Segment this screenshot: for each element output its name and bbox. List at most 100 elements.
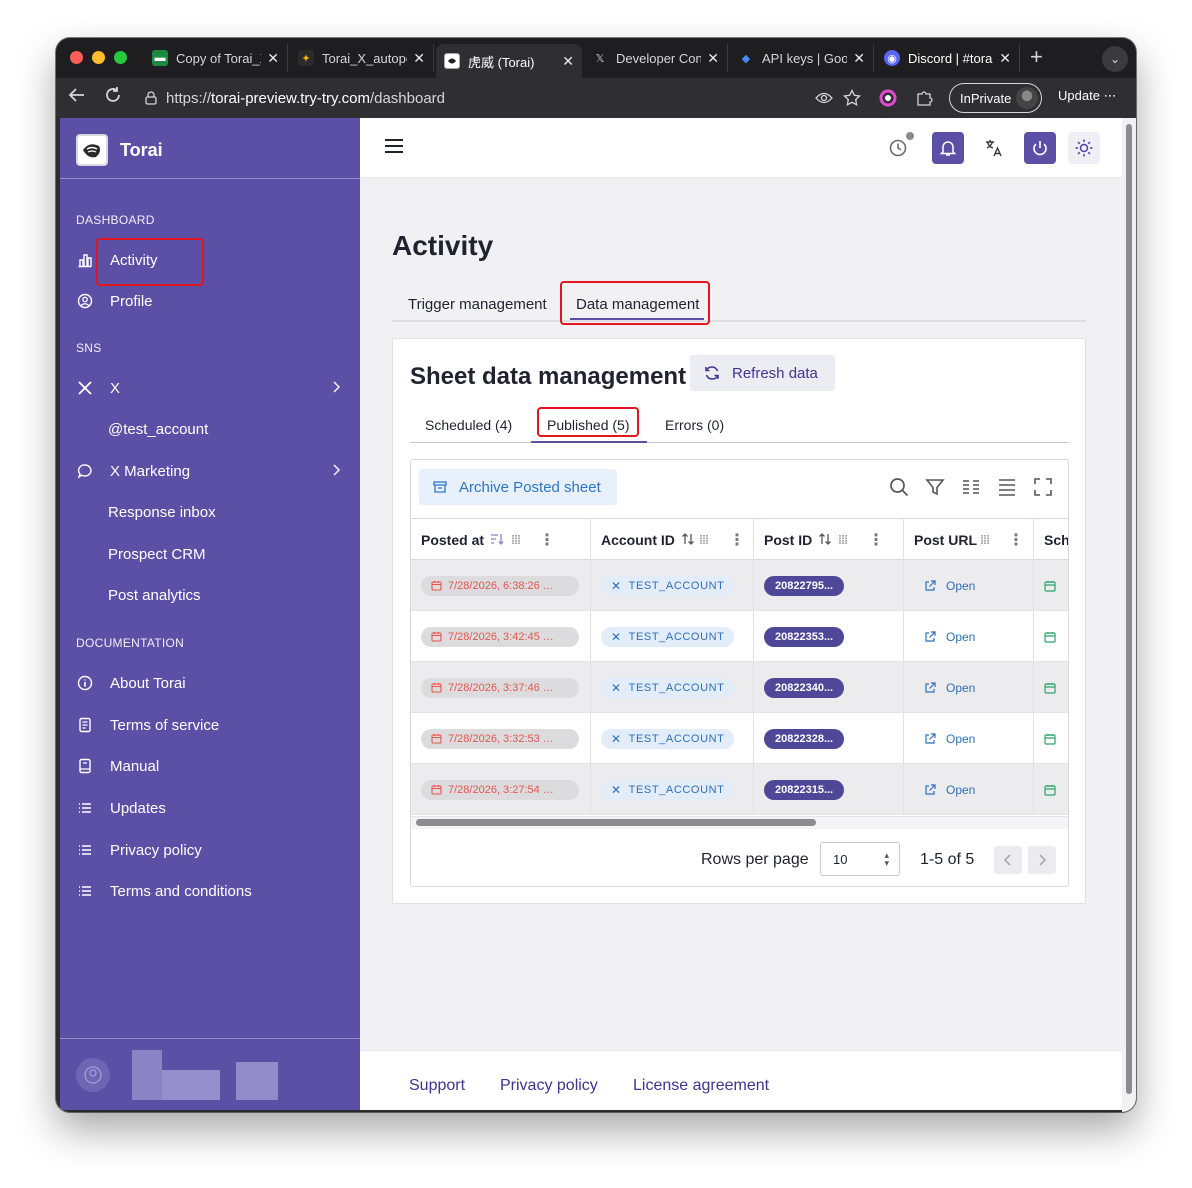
refresh-data-button[interactable]: Refresh data xyxy=(690,355,835,391)
search-icon[interactable] xyxy=(887,475,911,499)
fullscreen-icon[interactable] xyxy=(1031,475,1055,499)
sidebar-item-terms-of-service[interactable]: Terms of service xyxy=(76,714,346,736)
archive-posted-sheet-button[interactable]: Archive Posted sheet xyxy=(419,469,617,505)
open-post-link[interactable]: Open xyxy=(924,681,975,695)
sun-theme-icon[interactable] xyxy=(1068,132,1100,164)
browser-tab-5[interactable]: ◆ API keys | Google ✕ xyxy=(730,44,874,72)
color-extension-icon[interactable] xyxy=(878,88,898,108)
power-icon[interactable] xyxy=(1024,132,1056,164)
translate-icon[interactable] xyxy=(978,132,1010,164)
minimize-window-button[interactable] xyxy=(92,51,105,64)
column-menu-icon[interactable]: ⋮ xyxy=(868,530,884,550)
column-header-post-url[interactable]: Post URL ⁞⁞⁞ ⋮ xyxy=(904,519,1034,561)
sort-desc-icon[interactable] xyxy=(490,533,504,548)
scrollbar-thumb[interactable] xyxy=(1126,124,1132,1094)
browser-tab-active[interactable]: 虎威 (Torai) ✕ xyxy=(436,44,582,78)
table-row[interactable]: 7/28/2026, 3:27:54 … ✕ TEST_ACCOUNT 20822… xyxy=(411,764,1068,815)
sidebar-item-privacy-policy[interactable]: Privacy policy xyxy=(76,839,346,861)
reload-icon[interactable] xyxy=(104,86,122,109)
close-tab-icon[interactable]: ✕ xyxy=(707,50,719,67)
previous-page-button[interactable] xyxy=(994,846,1022,874)
column-menu-icon[interactable]: ⋮ xyxy=(729,530,745,550)
user-avatar[interactable] xyxy=(76,1058,110,1092)
account-chip[interactable]: ✕ TEST_ACCOUNT xyxy=(601,575,735,596)
tracking-prevention-eye-icon[interactable] xyxy=(814,88,834,108)
subtab-errors[interactable]: Errors (0) xyxy=(665,417,724,433)
update-button[interactable]: Update ⋯ xyxy=(1058,88,1117,104)
post-id-chip[interactable]: 20822340... xyxy=(764,677,845,698)
density-icon[interactable] xyxy=(995,475,1019,499)
sidebar-item-terms-and-conditions[interactable]: Terms and conditions xyxy=(76,880,346,902)
close-tab-icon[interactable]: ✕ xyxy=(999,50,1011,67)
close-tab-icon[interactable]: ✕ xyxy=(853,50,865,67)
drag-handle-icon[interactable]: ⁞⁞⁞ xyxy=(838,533,848,547)
horizontal-scrollbar-thumb[interactable] xyxy=(416,819,816,826)
drag-handle-icon[interactable]: ⁞⁞⁞ xyxy=(980,533,990,547)
account-chip[interactable]: ✕ TEST_ACCOUNT xyxy=(601,728,735,749)
sidebar-item-about-torai[interactable]: About Torai xyxy=(76,672,346,694)
filter-icon[interactable] xyxy=(923,475,947,499)
zoom-window-button[interactable] xyxy=(114,51,127,64)
extensions-puzzle-icon[interactable] xyxy=(914,88,934,108)
sidebar-item-profile[interactable]: Profile xyxy=(76,290,346,312)
post-id-chip[interactable]: 20822795... xyxy=(764,575,845,596)
table-row[interactable]: 7/28/2026, 3:37:46 … ✕ TEST_ACCOUNT 20822… xyxy=(411,662,1068,713)
inprivate-badge[interactable]: InPrivate xyxy=(949,83,1043,113)
column-header-posted-at[interactable]: Posted at ⁞⁞⁞ ⋮ xyxy=(411,519,591,561)
close-tab-icon[interactable]: ✕ xyxy=(267,50,279,67)
column-header-scheduled[interactable]: Sch xyxy=(1034,519,1068,561)
browser-tab-6[interactable]: ◉ Discord | #torai- ✕ xyxy=(876,44,1020,72)
sidebar-item-prospect-crm[interactable]: Prospect CRM xyxy=(108,546,206,563)
sort-icon[interactable] xyxy=(681,532,695,548)
account-chip[interactable]: ✕ TEST_ACCOUNT xyxy=(601,677,735,698)
browser-tab-4[interactable]: 𝕏 Developer Console ✕ xyxy=(584,44,728,72)
sidebar-item-x[interactable]: X xyxy=(76,377,346,399)
page-vertical-scrollbar[interactable] xyxy=(1122,118,1136,1112)
post-id-chip[interactable]: 20822353... xyxy=(764,626,845,647)
account-chip[interactable]: ✕ TEST_ACCOUNT xyxy=(601,626,735,647)
table-row[interactable]: 7/28/2026, 3:32:53 … ✕ TEST_ACCOUNT 20822… xyxy=(411,713,1068,764)
sidebar-item-manual[interactable]: Manual xyxy=(76,755,346,777)
new-tab-button[interactable]: + xyxy=(1030,46,1043,68)
sidebar-item-updates[interactable]: Updates xyxy=(76,797,346,819)
sidebar-item-response-inbox[interactable]: Response inbox xyxy=(108,504,216,521)
back-arrow-icon[interactable] xyxy=(68,86,86,109)
scheduled-clock-icon[interactable] xyxy=(882,132,914,164)
post-id-chip[interactable]: 20822328... xyxy=(764,728,845,749)
tab-trigger-management[interactable]: Trigger management xyxy=(408,296,547,313)
open-post-link[interactable]: Open xyxy=(924,579,975,593)
close-tab-icon[interactable]: ✕ xyxy=(562,53,574,70)
open-post-link[interactable]: Open xyxy=(924,630,975,644)
columns-icon[interactable] xyxy=(959,475,983,499)
footer-link-license-agreement[interactable]: License agreement xyxy=(633,1077,769,1095)
sidebar-item-x-marketing[interactable]: X Marketing xyxy=(76,460,346,482)
browser-tab-1[interactable]: ▬ Copy of Torai_X_A ✕ xyxy=(144,44,288,72)
table-row[interactable]: 7/28/2026, 3:42:45 … ✕ TEST_ACCOUNT 20822… xyxy=(411,611,1068,662)
drag-handle-icon[interactable]: ⁞⁞⁞ xyxy=(511,533,521,547)
bell-icon[interactable] xyxy=(932,132,964,164)
tab-menu-chevron-icon[interactable]: ⌄ xyxy=(1102,46,1128,72)
subtab-scheduled[interactable]: Scheduled (4) xyxy=(425,417,512,433)
footer-link-support[interactable]: Support xyxy=(409,1077,465,1095)
open-post-link[interactable]: Open xyxy=(924,732,975,746)
close-tab-icon[interactable]: ✕ xyxy=(413,50,425,67)
column-header-account-id[interactable]: Account ID ⁞⁞⁞ ⋮ xyxy=(591,519,754,561)
brand[interactable]: Torai xyxy=(76,134,163,166)
sidebar-item-x-account[interactable]: @test_account xyxy=(108,421,208,438)
open-post-link[interactable]: Open xyxy=(924,783,975,797)
column-menu-icon[interactable]: ⋮ xyxy=(1008,530,1024,550)
browser-tab-2[interactable]: ✦ Torai_X_autopost ✕ xyxy=(290,44,434,72)
rows-per-page-select[interactable]: 10 ▴ ▾ xyxy=(820,842,900,876)
next-page-button[interactable] xyxy=(1028,846,1056,874)
column-header-post-id[interactable]: Post ID ⁞⁞⁞ ⋮ xyxy=(754,519,904,561)
favorite-star-icon[interactable] xyxy=(842,88,862,108)
footer-link-privacy-policy[interactable]: Privacy policy xyxy=(500,1077,598,1095)
account-chip[interactable]: ✕ TEST_ACCOUNT xyxy=(601,779,735,800)
post-id-chip[interactable]: 20822315... xyxy=(764,779,845,800)
sort-icon[interactable] xyxy=(818,532,832,548)
close-window-button[interactable] xyxy=(70,51,83,64)
hamburger-menu-icon[interactable] xyxy=(384,138,404,159)
drag-handle-icon[interactable]: ⁞⁞⁞ xyxy=(699,533,709,547)
table-row[interactable]: 7/28/2026, 6:38:26 … ✕ TEST_ACCOUNT 20822… xyxy=(411,560,1068,611)
url-field[interactable]: https://torai-preview.try-try.com/dashbo… xyxy=(134,83,894,113)
